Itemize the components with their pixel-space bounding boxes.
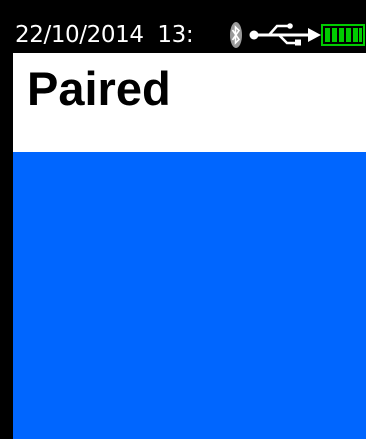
usb-icon (249, 23, 321, 46)
status-datetime: 22/10/2014 13: (15, 18, 194, 52)
status-date: 22/10/2014 (15, 22, 144, 48)
status-bar: 22/10/2014 13: (13, 17, 366, 53)
battery-icon (321, 24, 365, 46)
header-panel: Paired (13, 53, 366, 152)
status-time: 13: (157, 22, 194, 48)
device-screen: 22/10/2014 13: Paired (0, 0, 366, 439)
content-panel (13, 152, 366, 439)
bluetooth-icon (230, 22, 242, 48)
page-title: Paired (27, 62, 171, 115)
